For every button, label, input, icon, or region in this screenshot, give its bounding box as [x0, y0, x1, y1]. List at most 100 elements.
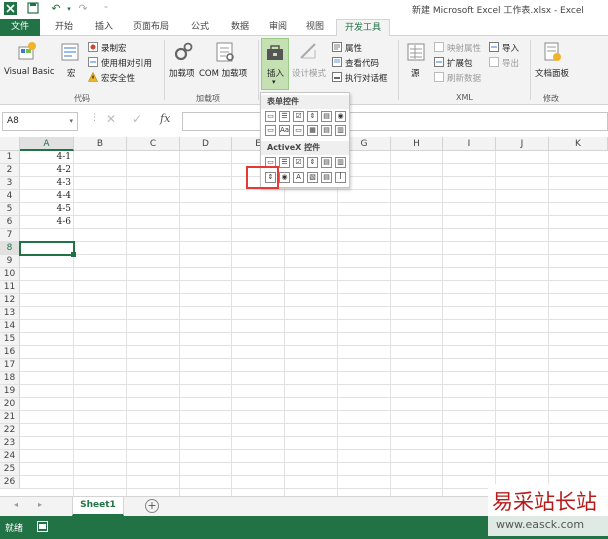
column-header-c[interactable]: C — [127, 137, 180, 151]
form-label-icon[interactable]: Aa — [279, 125, 290, 136]
record-macro-button[interactable]: 录制宏 — [101, 42, 127, 54]
view-code-button[interactable]: 查看代码 — [345, 57, 379, 69]
formula-input[interactable] — [182, 112, 608, 131]
insert-control-button[interactable]: 插入 ▾ — [261, 38, 289, 90]
activex-scroll-bar-icon[interactable]: ▥ — [335, 157, 346, 168]
save-icon[interactable] — [26, 2, 40, 16]
row-header-10[interactable]: 10 — [0, 268, 20, 281]
column-header-k[interactable]: K — [549, 137, 608, 151]
activex-image-icon[interactable]: ▧ — [307, 172, 318, 183]
form-textfield-icon[interactable]: ▦ — [307, 125, 318, 136]
row-header-8[interactable]: 8 — [0, 242, 20, 255]
row-header-6[interactable]: 6 — [0, 216, 20, 229]
activex-list-box-icon[interactable]: ⇕ — [307, 157, 318, 168]
column-header-d[interactable]: D — [180, 137, 232, 151]
com-addins-button[interactable]: COM 加载项 — [199, 67, 247, 79]
properties-button[interactable]: 属性 — [345, 42, 362, 54]
tab-review[interactable]: 审阅 — [260, 19, 296, 36]
row-header-13[interactable]: 13 — [0, 307, 20, 320]
form-option-button-icon[interactable]: ◉ — [335, 111, 346, 122]
scroll-left-icon[interactable]: ◂ — [14, 500, 18, 509]
column-header-h[interactable]: H — [391, 137, 443, 151]
add-sheet-icon[interactable]: + — [145, 499, 159, 513]
row-header-9[interactable]: 9 — [0, 255, 20, 268]
form-combo-list-icon[interactable]: ▤ — [321, 125, 332, 136]
cell-a4[interactable]: 4-4 — [20, 190, 72, 203]
undo-icon[interactable]: ↶ — [49, 2, 63, 16]
tab-insert[interactable]: 插入 — [86, 19, 122, 36]
row-header-26[interactable]: 26 — [0, 476, 20, 489]
row-header-5[interactable]: 5 — [0, 203, 20, 216]
name-box[interactable]: A8 ▾ — [2, 112, 78, 131]
form-combo-box-icon[interactable]: ☰ — [279, 111, 290, 122]
tab-view[interactable]: 视图 — [297, 19, 333, 36]
activex-more-controls-icon[interactable]: ꟾ — [335, 172, 346, 183]
refresh-data-button[interactable]: 刷新数据 — [447, 72, 481, 84]
undo-dropdown-icon[interactable]: ▾ — [62, 2, 76, 16]
enter-icon[interactable]: ✓ — [132, 112, 142, 126]
insert-function-icon[interactable]: fx — [160, 112, 170, 125]
fill-handle[interactable] — [71, 252, 76, 257]
run-dialog-button[interactable]: 执行对话框 — [345, 72, 388, 84]
worksheet-grid[interactable]: ABCDEFGHIJK 1234567891011121314151617181… — [0, 137, 608, 497]
row-header-23[interactable]: 23 — [0, 437, 20, 450]
row-header-3[interactable]: 3 — [0, 177, 20, 190]
tab-file[interactable]: 文件 — [0, 19, 40, 36]
row-header-19[interactable]: 19 — [0, 385, 20, 398]
row-header-16[interactable]: 16 — [0, 346, 20, 359]
tab-formulas[interactable]: 公式 — [182, 19, 218, 36]
column-header-a[interactable]: A — [20, 137, 74, 151]
row-header-18[interactable]: 18 — [0, 372, 20, 385]
row-header-22[interactable]: 22 — [0, 424, 20, 437]
form-checkbox-icon[interactable]: ☑ — [293, 111, 304, 122]
redo-icon[interactable]: ↷ — [76, 2, 90, 16]
customize-toolbar-icon[interactable]: ⁼ — [99, 2, 113, 16]
document-panel-button[interactable]: 文档面板 — [535, 67, 569, 79]
row-header-2[interactable]: 2 — [0, 164, 20, 177]
form-spinner-icon[interactable]: ⇕ — [307, 111, 318, 122]
activex-label-icon[interactable]: A — [293, 172, 304, 183]
form-button-icon[interactable]: ▭ — [265, 111, 276, 122]
tab-page-layout[interactable]: 页面布局 — [126, 19, 176, 36]
activex-text-box-icon[interactable]: ▤ — [321, 157, 332, 168]
cell-a6[interactable]: 4-6 — [20, 216, 72, 229]
visual-basic-button[interactable]: Visual Basic — [4, 67, 55, 77]
macro-security-button[interactable]: 宏安全性 — [101, 72, 135, 84]
form-group-box-icon[interactable]: ▭ — [265, 125, 276, 136]
row-header-15[interactable]: 15 — [0, 333, 20, 346]
relative-reference-button[interactable]: 使用相对引用 — [101, 57, 152, 69]
select-all-corner[interactable] — [0, 137, 20, 151]
scroll-right-icon[interactable]: ▸ — [38, 500, 42, 509]
form-dropdown-list-icon[interactable]: ▥ — [335, 125, 346, 136]
map-properties-button[interactable]: 映射属性 — [447, 42, 481, 54]
macro-record-icon[interactable] — [37, 521, 48, 535]
row-header-17[interactable]: 17 — [0, 359, 20, 372]
row-header-20[interactable]: 20 — [0, 398, 20, 411]
expansion-pack-button[interactable]: 扩展包 — [447, 57, 473, 69]
form-scroll-bar-icon[interactable]: ▭ — [293, 125, 304, 136]
export-button[interactable]: 导出 — [502, 57, 519, 69]
design-mode-button[interactable]: 设计模式 — [292, 67, 326, 79]
row-header-7[interactable]: 7 — [0, 229, 20, 242]
cell-a2[interactable]: 4-2 — [20, 164, 72, 177]
form-list-box-icon[interactable]: ▤ — [321, 111, 332, 122]
activex-checkbox-icon[interactable]: ☑ — [293, 157, 304, 168]
row-header-11[interactable]: 11 — [0, 281, 20, 294]
cell-a3[interactable]: 4-3 — [20, 177, 72, 190]
activex-toggle-button-icon[interactable]: ▤ — [321, 172, 332, 183]
chevron-down-icon[interactable]: ▾ — [69, 113, 73, 130]
cancel-icon[interactable]: ✕ — [106, 112, 116, 126]
addins-button[interactable]: 加载项 — [169, 67, 195, 79]
row-header-4[interactable]: 4 — [0, 190, 20, 203]
macro-button[interactable]: 宏 — [67, 67, 76, 79]
row-header-14[interactable]: 14 — [0, 320, 20, 333]
sheet-tab-sheet1[interactable]: Sheet1 — [72, 497, 124, 516]
row-header-24[interactable]: 24 — [0, 450, 20, 463]
row-header-25[interactable]: 25 — [0, 463, 20, 476]
row-header-1[interactable]: 1 — [0, 151, 20, 164]
column-header-i[interactable]: I — [443, 137, 496, 151]
tab-data[interactable]: 数据 — [222, 19, 258, 36]
column-header-b[interactable]: B — [74, 137, 127, 151]
tab-developer[interactable]: 开发工具 — [336, 19, 390, 37]
source-button[interactable]: 源 — [411, 67, 420, 79]
